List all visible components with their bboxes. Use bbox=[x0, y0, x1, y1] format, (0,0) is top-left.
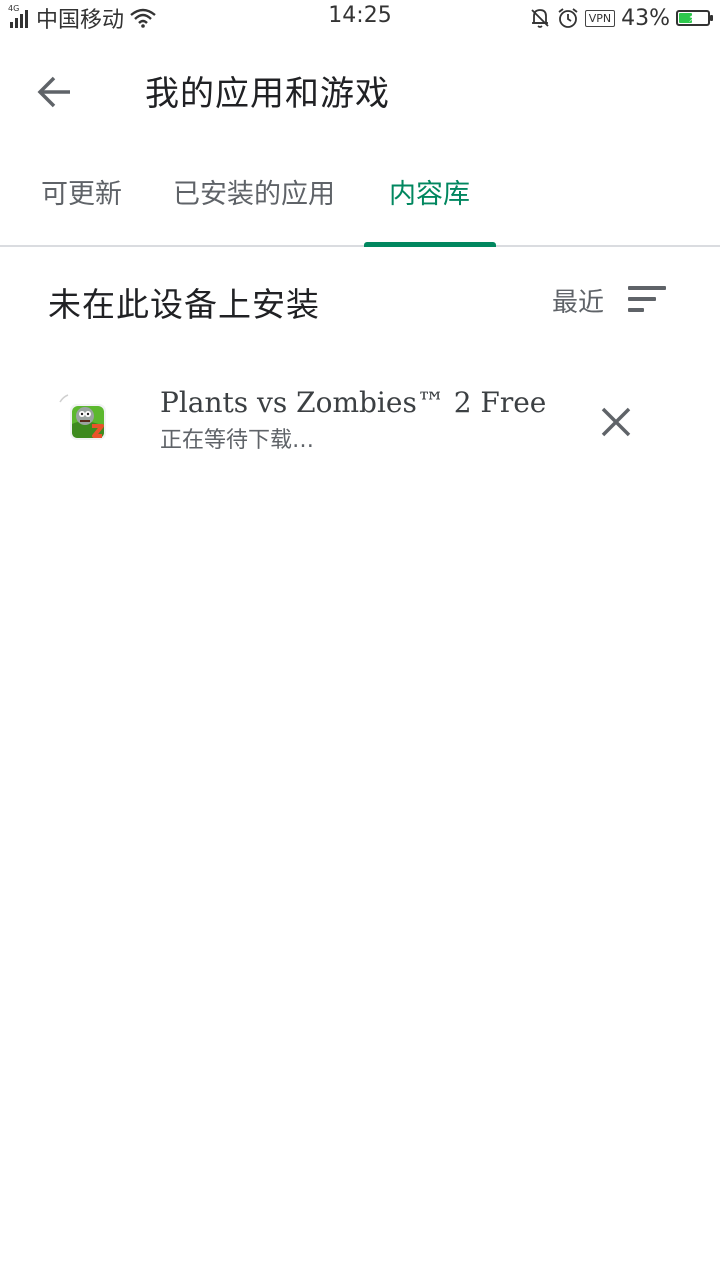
tab-library[interactable]: 内容库 bbox=[389, 172, 470, 211]
app-bar: 我的应用和游戏 bbox=[0, 36, 720, 148]
vpn-icon: VPN bbox=[584, 9, 616, 27]
list-item[interactable]: Plants vs Zombies™ 2 Free 正在等待下载… bbox=[0, 370, 720, 480]
status-right: VPN 43% ⚡ bbox=[523, 4, 713, 32]
battery-percent: 43% bbox=[621, 5, 670, 31]
arrow-back-icon[interactable] bbox=[30, 72, 82, 112]
tab-updates[interactable]: 可更新 bbox=[41, 172, 122, 211]
page-title: 我的应用和游戏 bbox=[145, 74, 390, 114]
status-bar: 4G 中国移动 14:25 VPN 43% ⚡ bbox=[0, 0, 720, 36]
active-tab-indicator bbox=[364, 242, 496, 247]
section-title: 未在此设备上安装 bbox=[48, 285, 320, 324]
download-status: 正在等待下载… bbox=[160, 428, 315, 453]
tab-bar: 可更新 已安装的应用 内容库 bbox=[0, 150, 720, 247]
pvz2-app-icon bbox=[59, 394, 106, 440]
alarm-icon bbox=[558, 8, 578, 28]
close-icon[interactable] bbox=[596, 402, 636, 442]
sort-icon[interactable] bbox=[628, 284, 668, 314]
tab-installed[interactable]: 已安装的应用 bbox=[173, 172, 335, 211]
sort-button[interactable]: 最近 bbox=[552, 282, 604, 319]
app-name: Plants vs Zombies™ 2 Free bbox=[160, 386, 547, 419]
battery-icon: ⚡ bbox=[676, 10, 713, 26]
mute-bell-icon bbox=[531, 9, 549, 28]
